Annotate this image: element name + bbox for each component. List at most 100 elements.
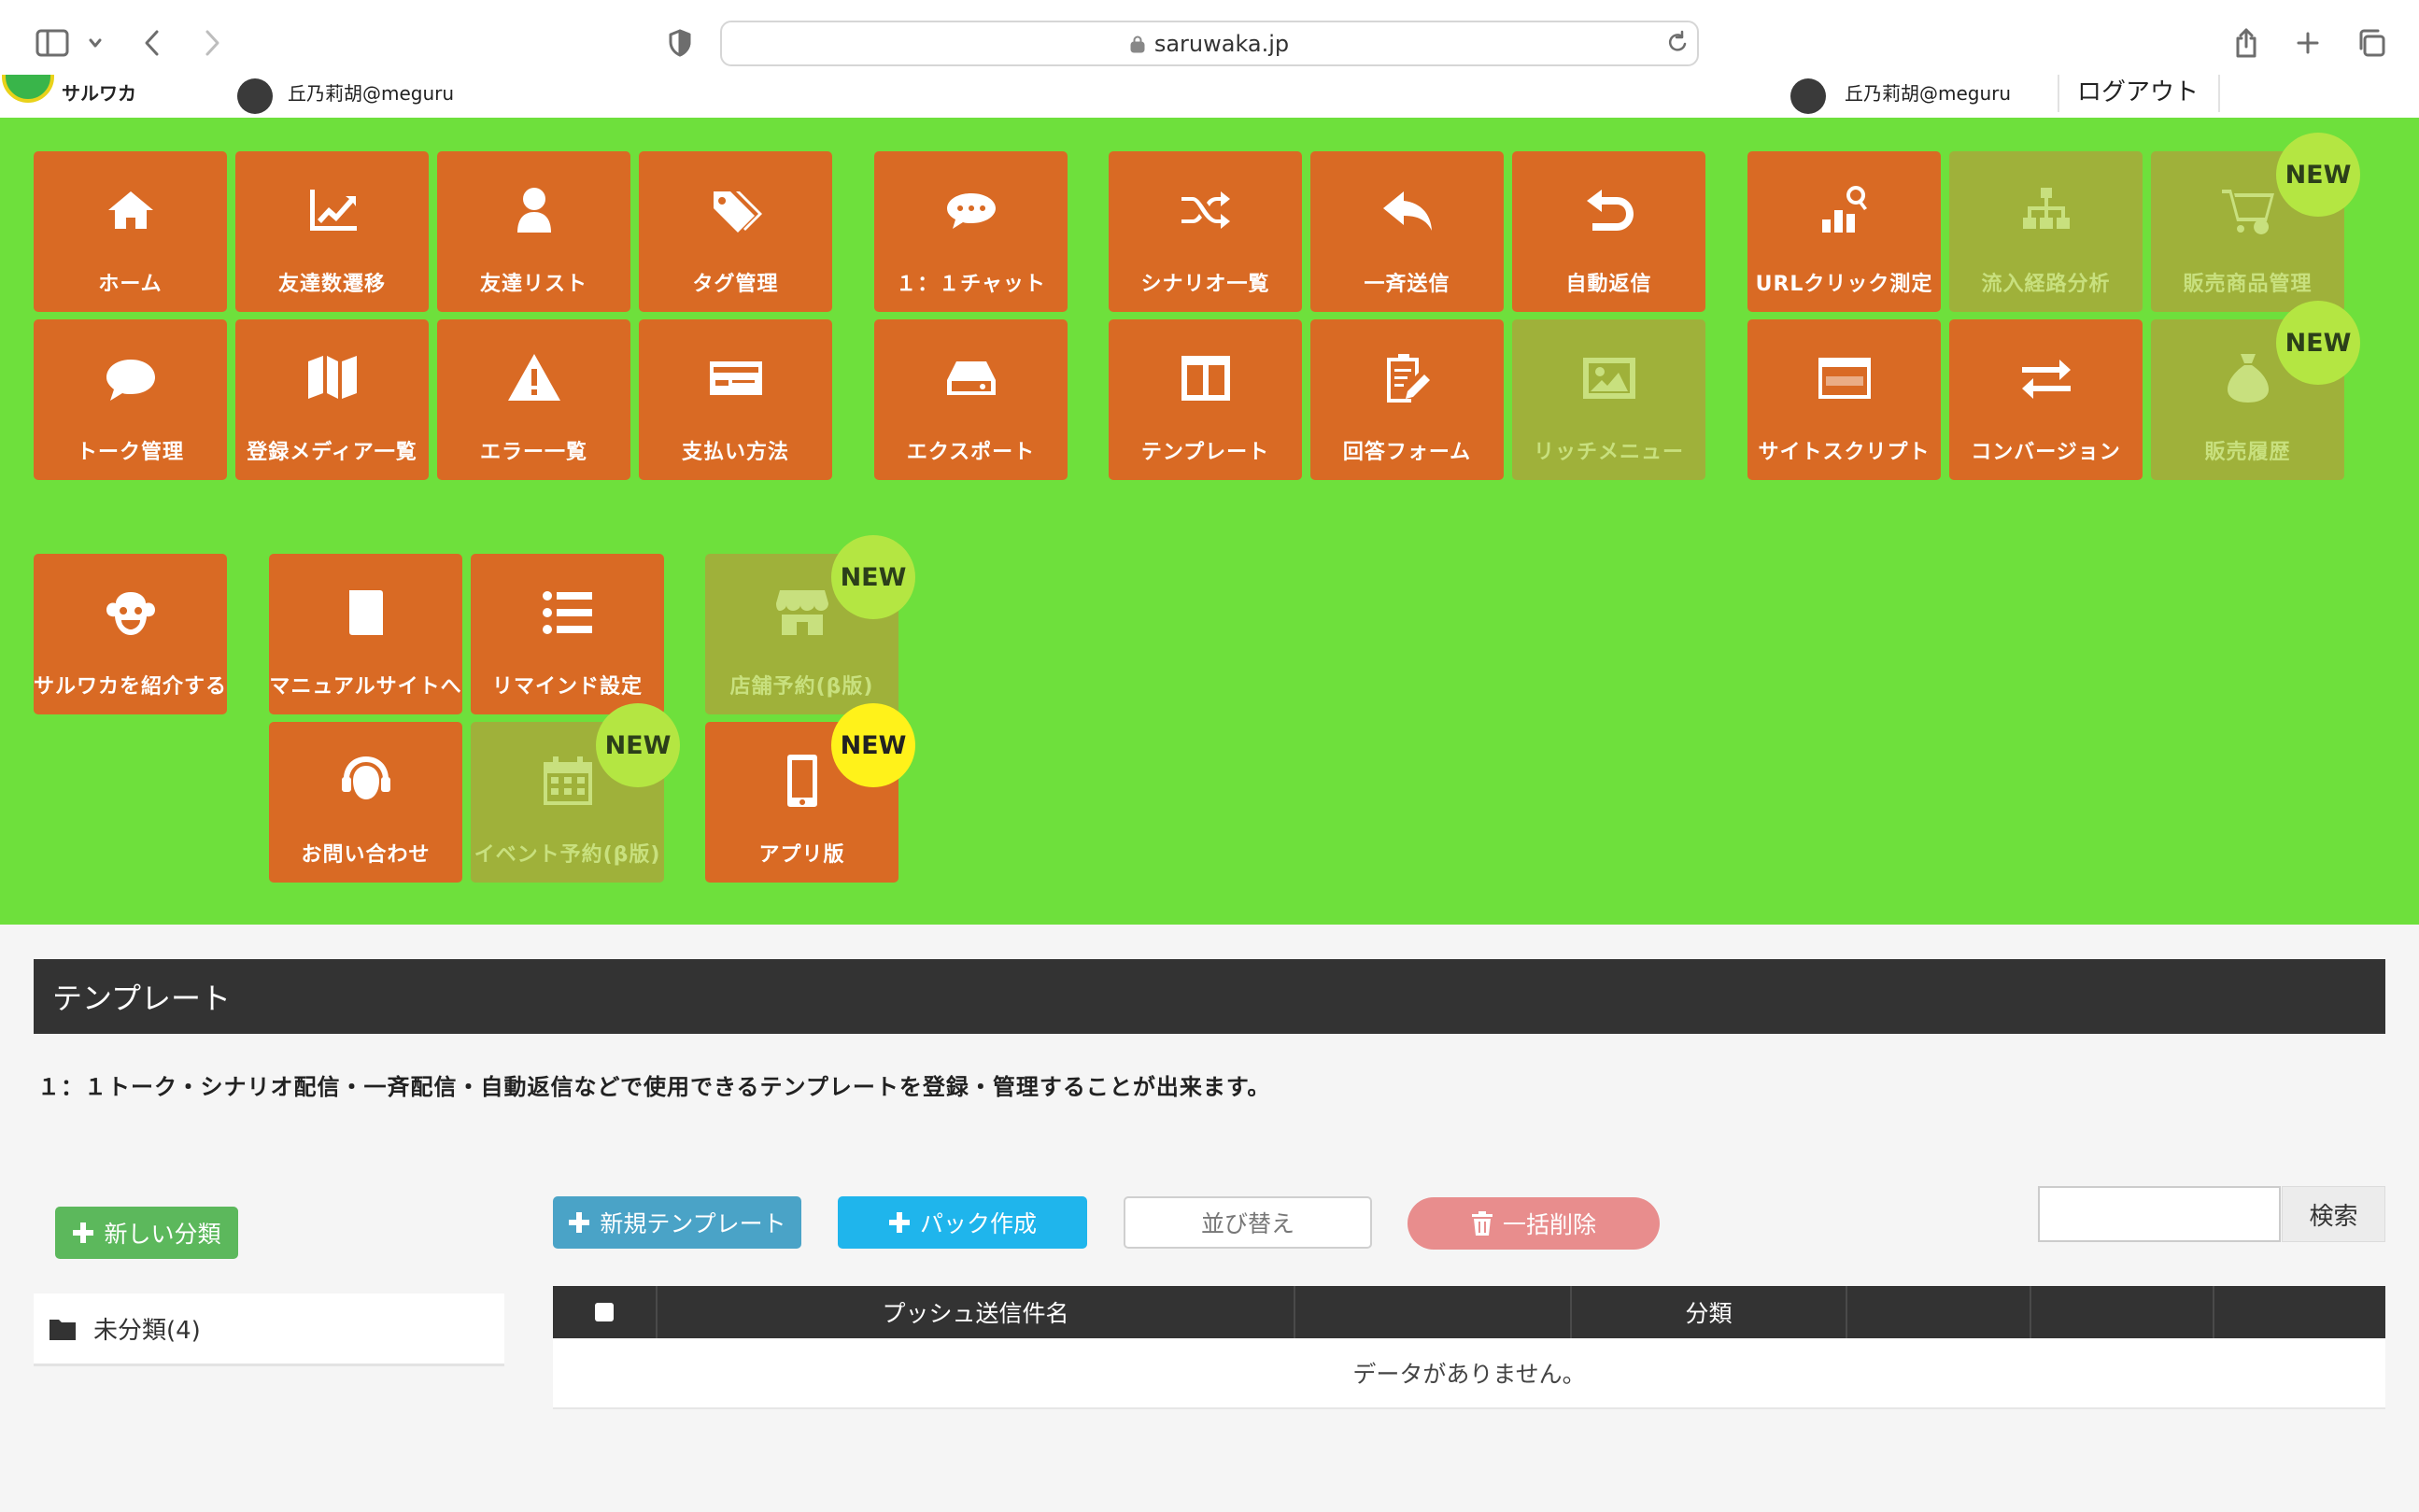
menu-tile-talk[interactable]: トーク管理 <box>34 319 227 480</box>
clipboard-edit-icon <box>1379 347 1436 409</box>
back-icon[interactable] <box>138 21 166 65</box>
category-label: 未分類(4) <box>93 1317 201 1345</box>
forward-icon[interactable] <box>198 21 226 65</box>
menu-tile-media[interactable]: 登録メディア一覧 <box>235 319 429 480</box>
menu-tile-label: タグ管理 <box>692 273 779 296</box>
privacy-shield-icon[interactable] <box>665 21 695 65</box>
new-badge: NEW <box>831 703 915 787</box>
address-bar[interactable]: saruwaka.jp <box>720 21 1699 66</box>
site-header: サルワカ 丘乃莉胡@meguru 丘乃莉胡@meguru ログアウト <box>0 75 2419 118</box>
menu-tile-export[interactable]: エクスポート <box>874 319 1068 480</box>
header-divider <box>2058 75 2059 112</box>
select-all-cell <box>553 1286 658 1338</box>
header-divider <box>2218 75 2220 112</box>
column-category[interactable]: 分類 <box>1572 1286 1847 1338</box>
delete-all-button[interactable]: 一括削除 <box>1408 1197 1660 1250</box>
column-blank <box>1295 1286 1572 1338</box>
menu-tile-refer[interactable]: サルワカを紹介する <box>34 554 227 714</box>
menu-tile-remind[interactable]: リマインド設定 <box>471 554 664 714</box>
new-template-button[interactable]: 新規テンプレート <box>553 1196 801 1249</box>
menu-tile-template[interactable]: テンプレート <box>1109 319 1302 480</box>
menu-tile-friends-list[interactable]: 友達リスト <box>437 151 630 312</box>
menu-tile-url-click[interactable]: URLクリック測定 <box>1747 151 1941 312</box>
menu-tile-manual[interactable]: マニュアルサイトへ <box>269 554 462 714</box>
menu-tile-inflow[interactable]: 流入経路分析 <box>1949 151 2143 312</box>
plus-icon <box>569 1212 590 1233</box>
create-pack-button[interactable]: パック作成 <box>838 1196 1087 1249</box>
sidebar-toggle-icon[interactable] <box>32 21 73 65</box>
create-pack-label: パック作成 <box>919 1210 1037 1237</box>
lock-icon <box>1130 35 1145 52</box>
columns-icon <box>1178 347 1234 409</box>
menu-tile-label: お問い合わせ <box>301 843 431 867</box>
menu-tile-label: 自動返信 <box>1565 273 1652 296</box>
menu-tile-contact[interactable]: お問い合わせ <box>269 722 462 883</box>
new-badge: NEW <box>596 703 680 787</box>
user-icon <box>506 179 562 241</box>
chat-bubble-icon <box>943 179 999 241</box>
search-input[interactable] <box>2038 1186 2281 1242</box>
menu-tile-label: 店舗予約(β版) <box>729 675 874 699</box>
column-subject[interactable]: プッシュ送信件名 <box>658 1286 1295 1338</box>
menu-tile-label: 支払い方法 <box>681 441 789 464</box>
sort-button[interactable]: 並び替え <box>1124 1196 1372 1249</box>
drive-icon <box>943 347 999 409</box>
menu-tile-auto-reply[interactable]: 自動返信 <box>1512 151 1705 312</box>
menu-tile-label: リッチメニュー <box>1533 441 1684 464</box>
url-text: saruwaka.jp <box>1153 30 1290 57</box>
book-icon <box>338 582 394 643</box>
menu-tile-conversion[interactable]: コンバージョン <box>1949 319 2143 480</box>
speech-bubble-icon <box>103 347 159 409</box>
smartphone-icon <box>774 750 830 812</box>
reply-icon <box>1379 179 1436 241</box>
menu-tile-label: エクスポート <box>906 441 1036 464</box>
cart-icon <box>2220 179 2276 241</box>
share-icon[interactable] <box>2230 21 2262 65</box>
menu-tile-errors[interactable]: エラー一覧 <box>437 319 630 480</box>
chevron-down-icon[interactable] <box>84 21 106 65</box>
menu-tile-broadcast[interactable]: 一斉送信 <box>1310 151 1504 312</box>
menu-tile-tags[interactable]: タグ管理 <box>639 151 832 312</box>
menu-tile-label: コンバージョン <box>1971 441 2121 464</box>
menu-tile-scenario[interactable]: シナリオ一覧 <box>1109 151 1302 312</box>
table-empty-row: データがありません。 <box>553 1338 2385 1409</box>
column-blank <box>2031 1286 2214 1338</box>
list-icon <box>540 582 596 643</box>
shuffle-icon <box>1178 179 1234 241</box>
logout-link[interactable]: ログアウト <box>2077 75 2199 107</box>
menu-tile-home[interactable]: ホーム <box>34 151 227 312</box>
menu-tile-label: イベント予約(β版) <box>474 843 661 867</box>
tab-overview-icon[interactable] <box>2354 21 2389 65</box>
header-user-right[interactable]: 丘乃莉胡@meguru <box>1845 78 2011 106</box>
search-button[interactable]: 検索 <box>2282 1186 2385 1242</box>
card-icon <box>708 347 764 409</box>
template-table-header: プッシュ送信件名 分類 <box>553 1286 2385 1338</box>
menu-tile-chat[interactable]: １：１チャット <box>874 151 1068 312</box>
select-all-checkbox[interactable] <box>595 1303 614 1321</box>
menu-tile-label: 販売商品管理 <box>2183 273 2313 296</box>
menu-tile-label: 友達数遷移 <box>277 273 386 296</box>
new-category-button[interactable]: 新しい分類 <box>55 1207 238 1259</box>
saruwaka-logo[interactable] <box>2 75 54 103</box>
menu-tile-label: サルワカを紹介する <box>34 675 228 699</box>
menu-tile-payment[interactable]: 支払い方法 <box>639 319 832 480</box>
feature-menu: ホーム 友達数遷移 友達リスト タグ管理 １：１チャット シナリオ一覧 一斉送信… <box>0 118 2419 925</box>
image-icon <box>1581 347 1637 409</box>
category-item[interactable]: 未分類(4) <box>34 1293 504 1366</box>
new-tab-icon[interactable] <box>2292 21 2324 65</box>
menu-tile-label: アプリ版 <box>758 843 845 867</box>
menu-tile-label: URLクリック測定 <box>1755 273 1933 296</box>
menu-tile-form[interactable]: 回答フォーム <box>1310 319 1504 480</box>
header-user-left: 丘乃莉胡@meguru <box>288 82 455 105</box>
menu-tile-label: ホーム <box>98 273 163 296</box>
logo-text: サルワカ <box>62 82 136 105</box>
menu-tile-label: サイトスクリプト <box>1758 441 1931 464</box>
menu-tile-label: 一斉送信 <box>1364 273 1450 296</box>
reload-icon[interactable] <box>1665 29 1690 61</box>
menu-tile-friends-trend[interactable]: 友達数遷移 <box>235 151 429 312</box>
menu-tile-site-script[interactable]: サイトスクリプト <box>1747 319 1941 480</box>
plus-icon <box>888 1212 910 1233</box>
menu-tile-rich-menu[interactable]: リッチメニュー <box>1512 319 1705 480</box>
sitemap-icon <box>2018 179 2074 241</box>
avatar <box>1790 78 1826 114</box>
